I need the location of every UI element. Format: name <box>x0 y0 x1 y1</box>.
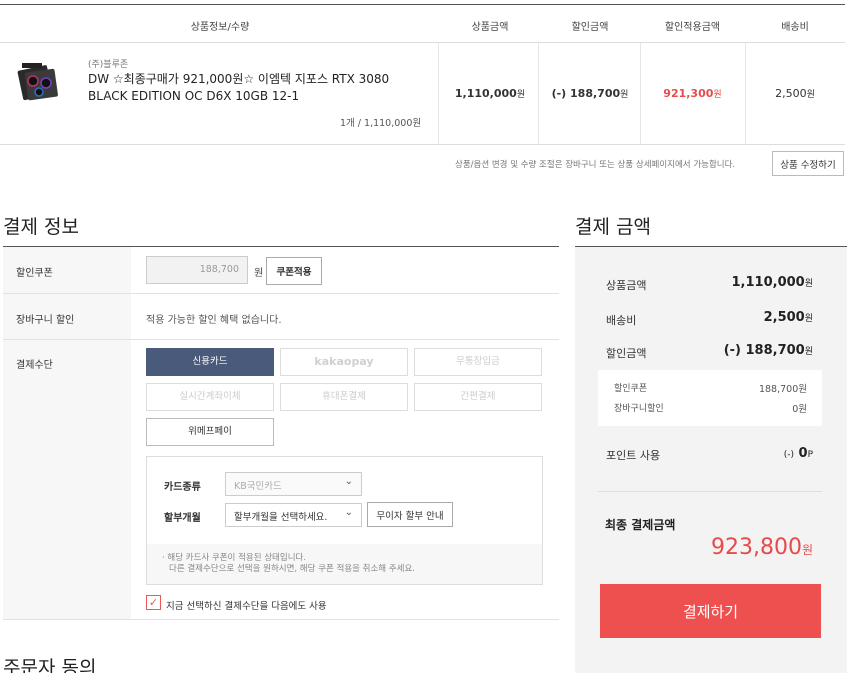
product-name[interactable]: DW ☆최종구매가 921,000원☆ 이엠텍 지포스 RTX 3080 BLA… <box>88 71 408 105</box>
coupon-label: 할인쿠폰 <box>16 268 53 279</box>
summary-shipping-label: 배송비 <box>606 314 637 327</box>
payment-info-title: 결제 정보 <box>3 216 79 238</box>
installment-select[interactable]: 할부개월을 선택하세요. ⌄ <box>225 503 362 527</box>
seller-name: (주)블루존 <box>88 60 129 70</box>
method-wemakepay-button[interactable]: 위메프페이 <box>146 418 274 446</box>
coupon-amount-field: 188,700 <box>146 256 248 284</box>
order-table: 상품정보/수량 상품금액 할인금액 할인적용금액 배송비 (주)블루존 DW ☆… <box>0 4 845 145</box>
card-type-select[interactable]: KB국민카드 ⌄ <box>225 472 362 496</box>
payment-amount-title: 결제 금액 <box>575 216 651 238</box>
item-price: 1,110,000원 <box>454 87 526 100</box>
summary-price-label: 상품금액 <box>606 279 647 292</box>
sub-coupon-label: 할인쿠폰 <box>614 384 648 394</box>
final-amount-value: 923,800원 <box>710 535 813 560</box>
header-shipping: 배송비 <box>781 22 809 33</box>
pay-button[interactable]: 결제하기 <box>600 584 821 638</box>
payment-method-label: 결제수단 <box>16 360 53 371</box>
card-type-label: 카드종류 <box>164 482 201 493</box>
item-discounted-price: 921,300원 <box>663 87 722 100</box>
summary-price-value: 1,110,000원 <box>731 275 813 290</box>
method-credit-card-button[interactable]: 신용카드 <box>146 348 274 376</box>
order-change-note: 상품/옵션 변경 및 수량 조절은 장바구니 또는 상품 상세페이지에서 가능합… <box>455 160 736 170</box>
summary-discount-label: 할인금액 <box>606 347 647 360</box>
sub-cart-discount-label: 장바구니할인 <box>614 404 664 414</box>
edit-product-button[interactable]: 상품 수정하기 <box>772 151 844 176</box>
header-price: 상품금액 <box>471 22 509 33</box>
summary-shipping-value: 2,500원 <box>763 310 813 325</box>
order-table-header: 상품정보/수량 상품금액 할인금액 할인적용금액 배송비 <box>0 5 845 43</box>
final-amount-label: 최종 결제금액 <box>605 518 676 532</box>
method-realtime-transfer-button[interactable]: 실시간계좌이체 <box>146 383 274 411</box>
header-discounted-price: 할인적용금액 <box>664 22 721 33</box>
sub-coupon-value: 188,700원 <box>758 384 807 395</box>
card-coupon-note: · 해당 카드사 쿠폰이 적용된 상태입니다. 다른 결제수단으로 선택을 원하… <box>162 553 415 574</box>
method-bank-deposit-button[interactable]: 무통장입금 <box>414 348 542 376</box>
method-simple-pay-button[interactable]: 간편결제 <box>414 383 542 411</box>
method-mobile-button[interactable]: 휴대폰결제 <box>280 383 408 411</box>
chevron-down-icon: ⌄ <box>344 507 353 518</box>
quantity-price: 1개 / 1,110,000원 <box>340 118 422 129</box>
summary-discount-value: (-) 188,700원 <box>723 343 813 358</box>
check-icon: ✓ <box>148 596 159 609</box>
order-agree-title: 주문자 동의 <box>3 657 97 673</box>
interest-free-info-button[interactable]: 무이자 할부 안내 <box>367 502 453 527</box>
order-row: (주)블루존 DW ☆최종구매가 921,000원☆ 이엠텍 지포스 RTX 3… <box>0 43 845 145</box>
item-discount: (-) 188,700원 <box>551 87 629 100</box>
summary-point-label: 포인트 사용 <box>606 449 661 462</box>
apply-coupon-button[interactable]: 쿠폰적용 <box>266 257 322 285</box>
product-thumbnail-image[interactable] <box>16 59 60 105</box>
installment-label: 할부개월 <box>164 513 201 524</box>
sub-cart-discount-value: 0원 <box>792 404 807 415</box>
cart-discount-label: 장바구니 할인 <box>16 315 75 326</box>
discount-breakdown <box>598 370 822 426</box>
cart-discount-text: 적용 가능한 할인 혜택 없습니다. <box>146 315 282 326</box>
item-shipping: 2,500원 <box>775 87 815 100</box>
remember-method-label[interactable]: 지금 선택하신 결제수단을 다음에도 사용 <box>166 598 327 612</box>
summary-point-value: (-) 0P <box>783 446 813 461</box>
header-discount: 할인금액 <box>571 22 609 33</box>
header-product-info: 상품정보/수량 <box>190 22 250 33</box>
chevron-down-icon: ⌄ <box>344 476 353 487</box>
coupon-unit: 원 <box>254 268 264 279</box>
method-kakaopay-button[interactable]: kakaopay <box>280 348 408 376</box>
remember-method-checkbox[interactable]: ✓ <box>146 595 161 610</box>
